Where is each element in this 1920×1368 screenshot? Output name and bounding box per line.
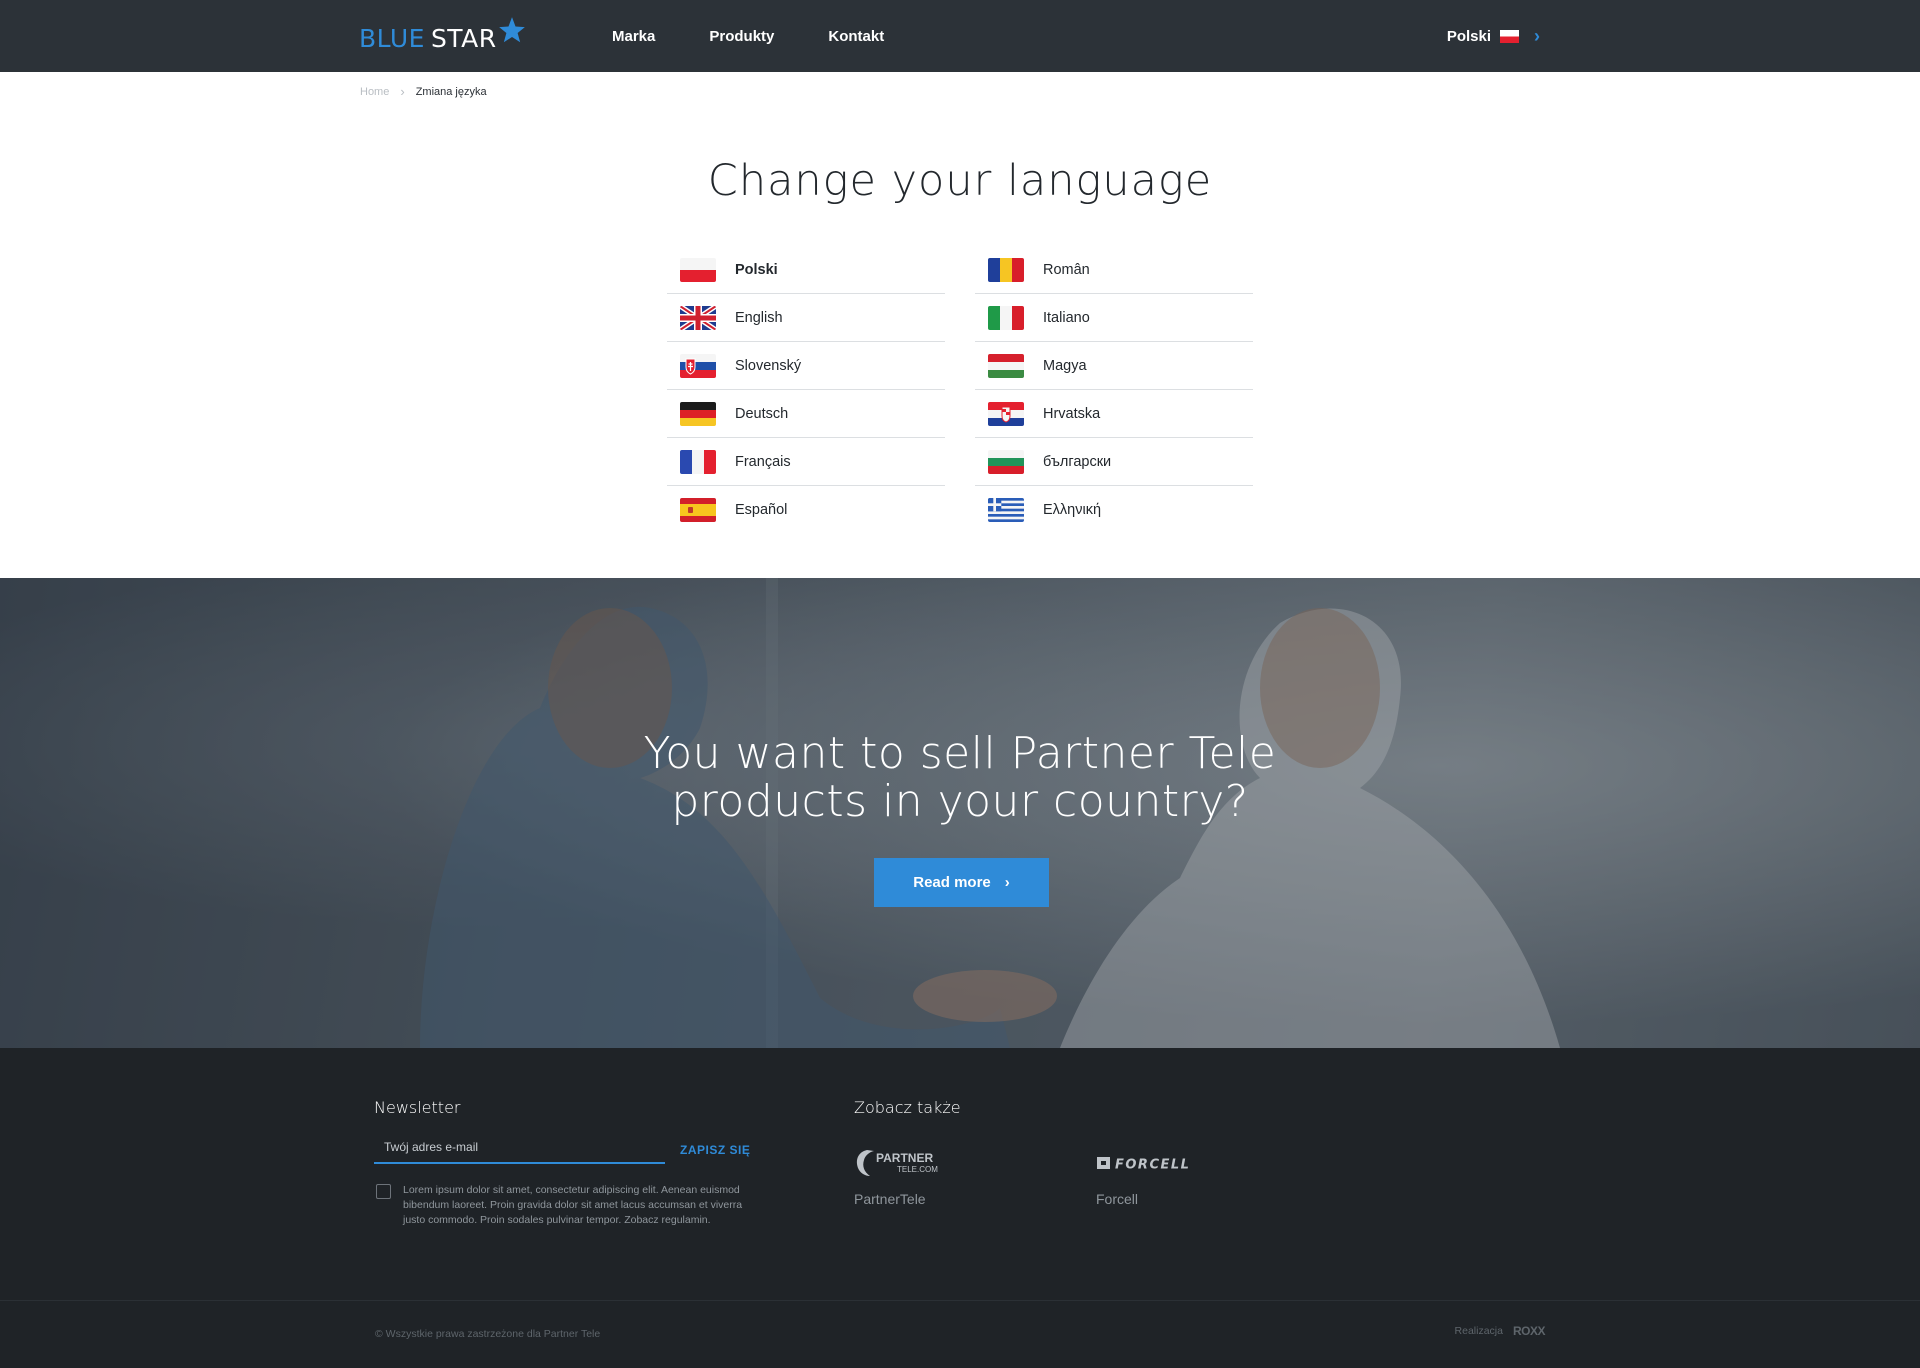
language-option-greek[interactable]: Ελληνική <box>975 486 1253 534</box>
nav-item-kontakt[interactable]: Kontakt <box>828 28 884 45</box>
language-label: Magya <box>1043 357 1087 374</box>
forcell-link[interactable]: Forcell <box>1096 1191 1138 1207</box>
bg-flag-icon <box>988 449 1024 474</box>
page-title: Change your language <box>707 156 1213 206</box>
language-option-espanol[interactable]: Español <box>667 486 945 534</box>
chevron-right-icon: › <box>400 84 405 99</box>
language-label: English <box>735 309 783 326</box>
language-list-left: Polski English Slovenský Deutsch Françai… <box>667 246 945 534</box>
partnertele-link[interactable]: PartnerTele <box>854 1191 926 1207</box>
forcell-logo[interactable]: FORCELL <box>1096 1153 1221 1173</box>
language-label: Polski <box>735 261 778 278</box>
copyright-text: © Wszystkie prawa zastrzeżone dla Partne… <box>375 1328 601 1340</box>
language-label: Ελληνική <box>1043 502 1102 518</box>
hu-flag-icon <box>988 353 1024 378</box>
hero-title-line2: products in your country? <box>671 776 1249 827</box>
logo-text-white: STAR <box>430 24 497 53</box>
partner-hero-banner: You want to sell Partner Tele products i… <box>0 578 1920 1048</box>
newsletter-title: Newsletter <box>374 1098 461 1117</box>
language-option-deutsch[interactable]: Deutsch <box>667 390 945 438</box>
newsletter-consent-checkbox[interactable] <box>376 1184 391 1199</box>
read-more-button[interactable]: Read more › <box>874 858 1049 907</box>
it-flag-icon <box>988 305 1024 330</box>
language-label: Hrvatska <box>1043 405 1101 422</box>
breadcrumb-home-link[interactable]: Home <box>360 86 389 98</box>
partnertele-logo[interactable]: PARTNER TELE.COM <box>854 1148 946 1178</box>
footer-divider <box>0 1300 1920 1301</box>
language-option-slovensky[interactable]: Slovenský <box>667 342 945 390</box>
language-label: Français <box>735 453 791 470</box>
sk-flag-icon <box>680 353 716 378</box>
ro-flag-icon <box>988 257 1024 282</box>
nav-item-marka[interactable]: Marka <box>612 28 655 45</box>
es-flag-icon <box>680 498 716 522</box>
language-option-bulgarian[interactable]: български <box>975 438 1253 486</box>
de-flag-icon <box>680 401 716 426</box>
hero-title-line1: You want to sell Partner Tele <box>643 728 1277 779</box>
language-option-roman[interactable]: Român <box>975 246 1253 294</box>
read-more-label: Read more <box>913 874 991 891</box>
chevron-right-icon: › <box>1534 25 1540 46</box>
fr-flag-icon <box>680 449 716 474</box>
site-footer: Newsletter ZAPISZ SIĘ Lorem ipsum dolor … <box>0 1048 1920 1368</box>
language-option-italiano[interactable]: Italiano <box>975 294 1253 342</box>
partner-logo-subtext: TELE.COM <box>897 1165 938 1174</box>
current-language-label: Polski <box>1446 27 1491 45</box>
language-option-hrvatska[interactable]: Hrvatska <box>975 390 1253 438</box>
uk-flag-icon <box>680 305 716 330</box>
language-label: Español <box>735 502 788 518</box>
see-also-title: Zobacz także <box>854 1098 961 1117</box>
partner-logo-text: PARTNER <box>876 1151 933 1165</box>
hr-flag-icon <box>988 401 1024 426</box>
gr-flag-icon <box>988 498 1024 522</box>
logo-text-blue: BLUE <box>359 24 425 53</box>
language-option-magya[interactable]: Magya <box>975 342 1253 390</box>
language-option-francais[interactable]: Français <box>667 438 945 486</box>
bluestar-logo[interactable]: BLUE STAR <box>359 17 526 54</box>
nav-item-produkty[interactable]: Produkty <box>709 28 774 45</box>
breadcrumb-current: Zmiana języka <box>415 85 487 98</box>
language-option-english[interactable]: English <box>667 294 945 342</box>
language-label: Român <box>1043 261 1090 278</box>
language-option-polski[interactable]: Polski <box>667 246 945 294</box>
site-header: BLUE STAR Marka Produkty Kontakt Polski … <box>0 0 1920 72</box>
language-switcher[interactable]: Polski › <box>1447 0 1540 72</box>
star-icon <box>498 17 525 43</box>
forcell-logo-text: FORCELL <box>1115 1158 1190 1173</box>
pl-flag-icon <box>680 257 716 282</box>
language-label: Deutsch <box>735 405 789 422</box>
credits: Realizacja ROXX <box>1454 1324 1546 1338</box>
newsletter-submit-button[interactable]: ZAPISZ SIĘ <box>680 1143 750 1157</box>
language-label: Slovenský <box>735 357 802 374</box>
roxx-logo[interactable]: ROXX <box>1513 1324 1546 1338</box>
pl-flag-icon <box>1500 29 1519 43</box>
language-list-right: Român Italiano Magya Hrvatska български <box>975 246 1253 534</box>
newsletter-email-input[interactable] <box>374 1132 665 1164</box>
chevron-right-icon: › <box>1004 874 1010 891</box>
breadcrumb: Home › Zmiana języka <box>360 84 487 99</box>
credits-label: Realizacja <box>1454 1325 1503 1337</box>
newsletter-consent-text: Lorem ipsum dolor sit amet, consectetur … <box>403 1184 743 1226</box>
language-label: Italiano <box>1043 309 1090 326</box>
main-nav: Marka Produkty Kontakt <box>612 0 938 72</box>
hero-title: You want to sell Partner Tele products i… <box>0 730 1920 826</box>
language-label: български <box>1043 453 1112 470</box>
